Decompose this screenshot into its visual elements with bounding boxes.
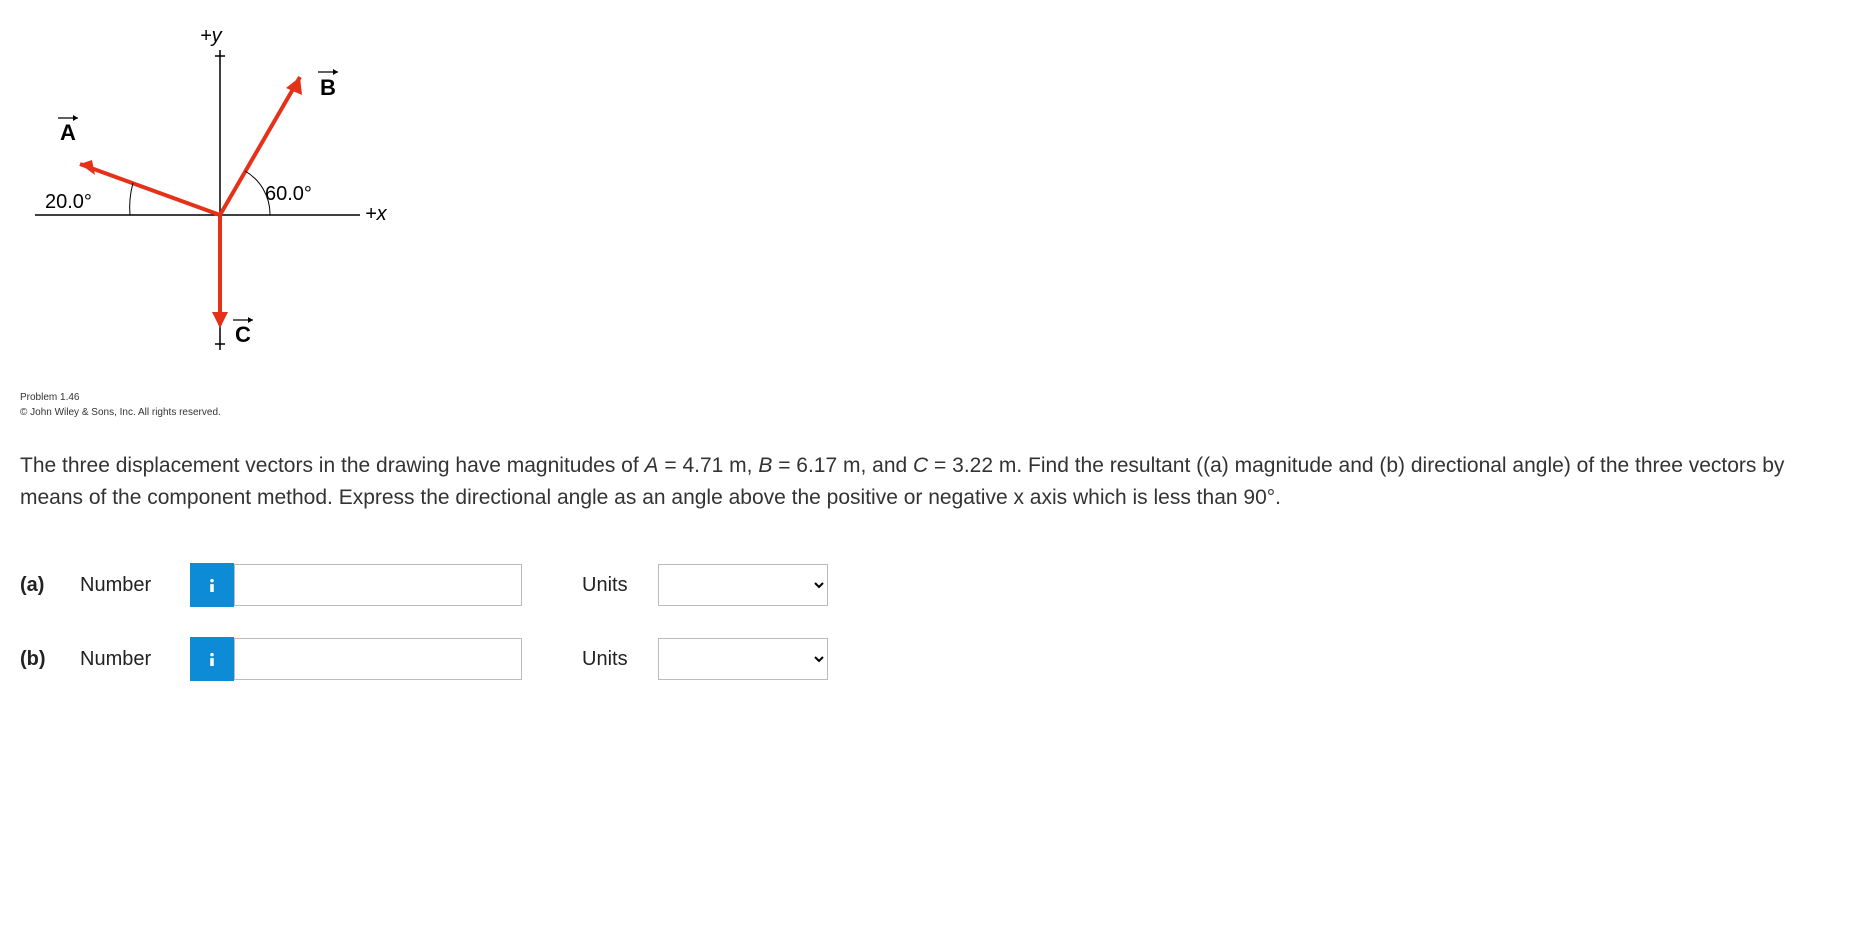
vector-c-label: C xyxy=(235,322,251,347)
var-a: A xyxy=(645,454,659,477)
info-icon[interactable] xyxy=(190,637,234,681)
var-c: C xyxy=(913,454,928,477)
answer-row-b: (b) Number Units xyxy=(20,637,1848,681)
var-b: B xyxy=(758,454,772,477)
answer-row-a: (a) Number Units xyxy=(20,563,1848,607)
number-label-a: Number xyxy=(80,570,190,600)
problem-statement: The three displacement vectors in the dr… xyxy=(20,450,1848,513)
angle-a-label: 20.0° xyxy=(45,191,92,213)
problem-text-1: The three displacement vectors in the dr… xyxy=(20,454,645,477)
number-input-a[interactable] xyxy=(234,564,522,606)
val-a: = 4.71 m, xyxy=(659,454,759,477)
vector-b-label: B xyxy=(320,75,336,100)
number-label-b: Number xyxy=(80,644,190,674)
part-a-label: (a) xyxy=(20,570,80,600)
number-input-b[interactable] xyxy=(234,638,522,680)
copyright-line1: Problem 1.46 xyxy=(20,390,1848,405)
angle-b-label: 60.0° xyxy=(265,183,312,205)
vector-a-label: A xyxy=(60,120,76,145)
x-axis-label: +x xyxy=(365,203,388,225)
copyright-line2: © John Wiley & Sons, Inc. All rights res… xyxy=(20,405,1848,420)
val-b: = 6.17 m, and xyxy=(772,454,913,477)
part-b-label: (b) xyxy=(20,644,80,674)
vector-diagram: +y +x A 20.0° B 60.0° C xyxy=(20,20,400,380)
units-label-b: Units xyxy=(582,644,628,674)
units-select-b[interactable] xyxy=(658,638,828,680)
info-icon[interactable] xyxy=(190,563,234,607)
y-axis-label: +y xyxy=(200,25,223,47)
units-select-a[interactable] xyxy=(658,564,828,606)
units-label-a: Units xyxy=(582,570,628,600)
copyright-text: Problem 1.46 © John Wiley & Sons, Inc. A… xyxy=(20,390,1848,420)
